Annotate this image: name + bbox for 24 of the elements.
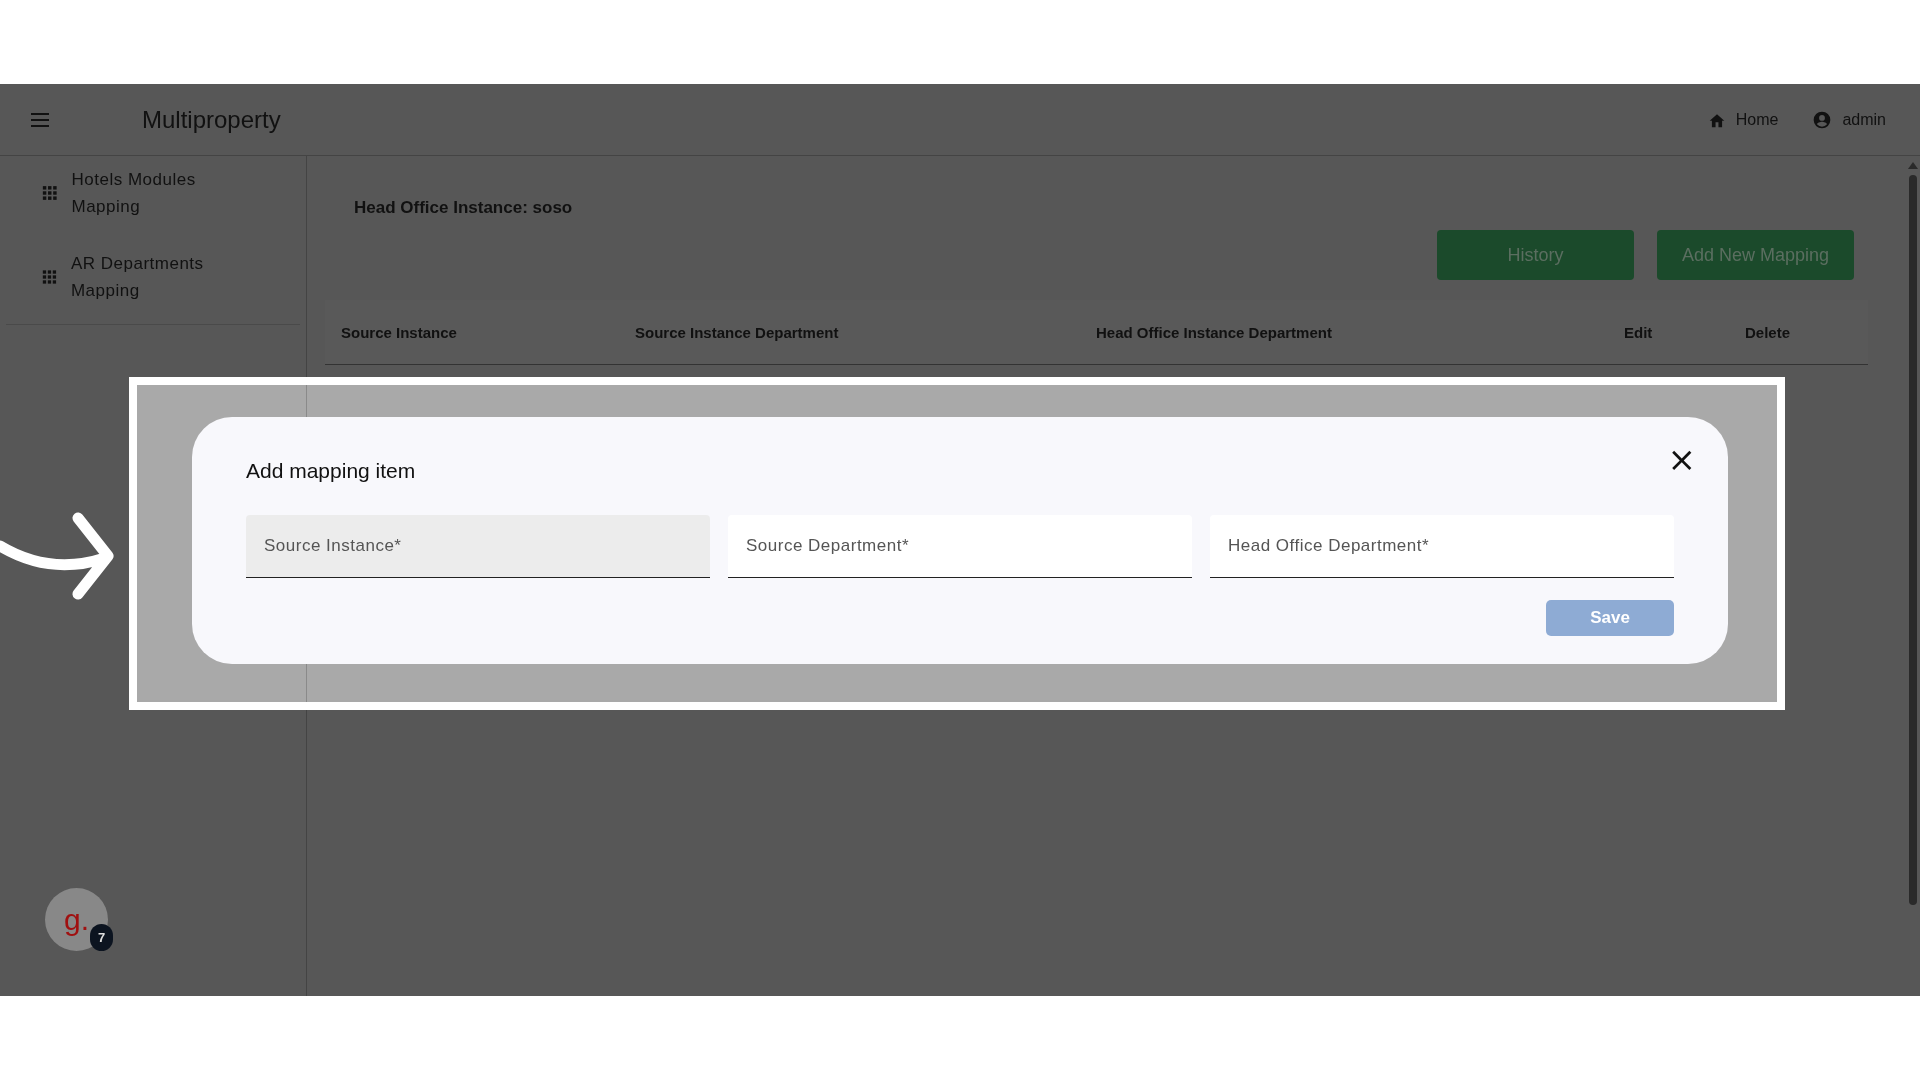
scrollbar-thumb[interactable] bbox=[1909, 175, 1917, 905]
nav-link[interactable]: admin bbox=[1812, 109, 1886, 130]
sidebar-item[interactable]: AR Departments Mapping bbox=[12, 250, 242, 304]
grid-icon bbox=[42, 268, 57, 286]
column-header: Head Office Instance Department bbox=[1096, 323, 1333, 341]
column-header: Delete bbox=[1745, 323, 1792, 341]
input-field[interactable]: Head Office Department* bbox=[1210, 515, 1674, 578]
scroll-up-icon[interactable] bbox=[1908, 162, 1918, 169]
user-icon bbox=[1812, 109, 1833, 130]
column-header: Source Instance Department bbox=[635, 323, 840, 341]
dialog-title: Add mapping item bbox=[246, 459, 417, 483]
app-title: Multiproperty bbox=[142, 105, 282, 134]
sidebar-item[interactable]: Hotels Modules Mapping bbox=[12, 166, 242, 220]
column-header: Source Instance bbox=[341, 323, 458, 341]
close-button[interactable]: × bbox=[1663, 445, 1700, 473]
save-button[interactable]: Save bbox=[1546, 600, 1674, 636]
grid-icon bbox=[42, 184, 58, 202]
input-field[interactable]: Source Instance* bbox=[246, 515, 710, 578]
action-button[interactable]: Add New Mapping bbox=[1657, 230, 1854, 280]
input-field[interactable]: Source Department* bbox=[728, 515, 1192, 578]
page-heading: Head Office Instance: soso bbox=[354, 198, 574, 218]
column-header: Edit bbox=[1624, 323, 1654, 341]
action-button[interactable]: History bbox=[1437, 230, 1634, 280]
nav-link[interactable]: Home bbox=[1707, 110, 1779, 129]
